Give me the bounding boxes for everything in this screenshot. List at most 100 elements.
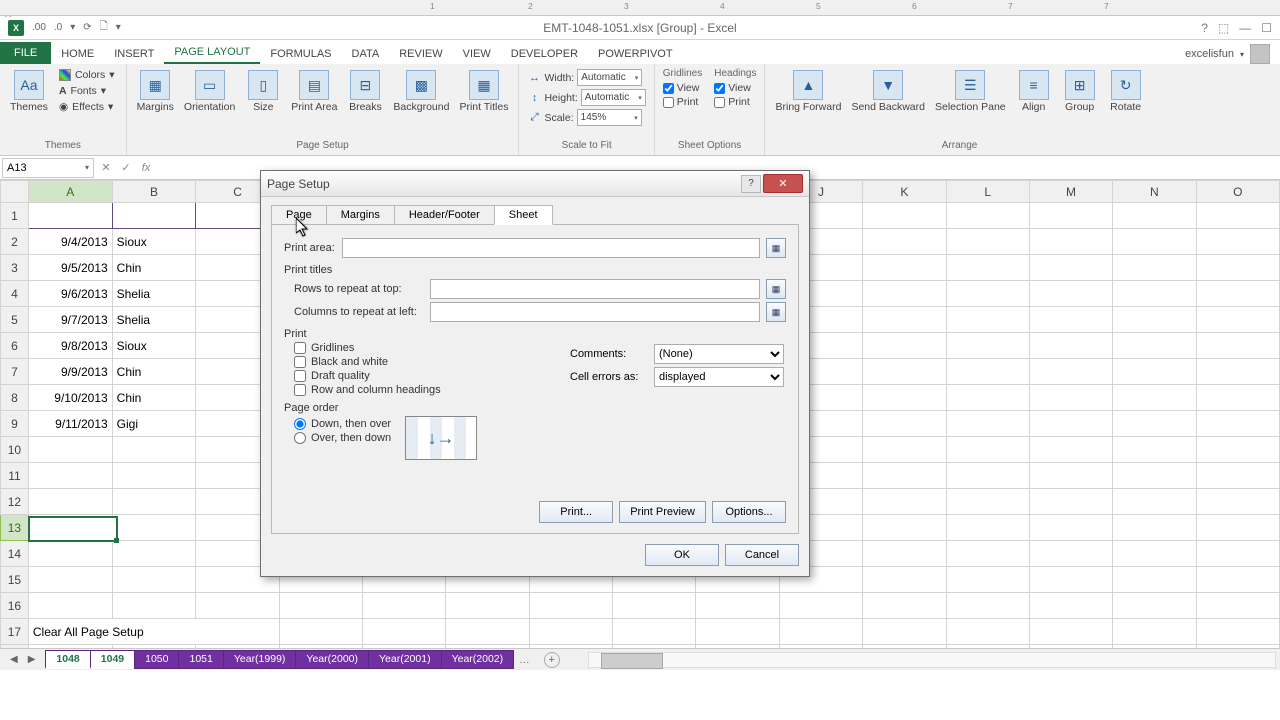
effects-button[interactable]: ◉Effects ▾ bbox=[56, 100, 118, 114]
cell[interactable] bbox=[196, 593, 279, 619]
row-header[interactable]: 9 bbox=[1, 411, 29, 437]
bring-forward-button[interactable]: ▲Bring Forward bbox=[773, 68, 843, 116]
cell[interactable] bbox=[613, 645, 696, 649]
avatar[interactable] bbox=[1250, 44, 1270, 64]
options-button[interactable]: Options... bbox=[712, 501, 786, 523]
cell[interactable] bbox=[613, 593, 696, 619]
cell[interactable] bbox=[1196, 281, 1279, 307]
print-preview-button[interactable]: Print Preview bbox=[619, 501, 706, 523]
cell[interactable] bbox=[779, 619, 862, 645]
cell[interactable] bbox=[1113, 489, 1196, 515]
cell[interactable] bbox=[1196, 333, 1279, 359]
fonts-button[interactable]: AFonts ▾ bbox=[56, 84, 118, 98]
row-header[interactable]: 18 bbox=[1, 645, 29, 649]
row-header[interactable]: 2 bbox=[1, 229, 29, 255]
sheet-nav-next-icon[interactable]: ▶ bbox=[28, 654, 36, 665]
col-header[interactable]: M bbox=[1029, 181, 1112, 203]
cell[interactable] bbox=[1196, 359, 1279, 385]
cell[interactable] bbox=[1029, 567, 1112, 593]
dialog-tab-header-footer[interactable]: Header/Footer bbox=[394, 205, 495, 225]
cell[interactable] bbox=[863, 619, 946, 645]
cell[interactable] bbox=[28, 567, 112, 593]
cell[interactable] bbox=[779, 593, 862, 619]
tab-developer[interactable]: DEVELOPER bbox=[501, 44, 588, 64]
rows-repeat-ref-button[interactable]: ▦ bbox=[766, 279, 786, 299]
cell[interactable] bbox=[863, 489, 946, 515]
headings-print-check[interactable]: Print bbox=[714, 96, 756, 108]
tab-powerpivot[interactable]: POWERPIVOT bbox=[588, 44, 683, 64]
tab-review[interactable]: REVIEW bbox=[389, 44, 452, 64]
cell[interactable] bbox=[28, 515, 112, 541]
maximize-icon[interactable]: ☐ bbox=[1261, 21, 1272, 35]
cell[interactable]: Chin bbox=[112, 255, 196, 281]
row-header[interactable]: 14 bbox=[1, 541, 29, 567]
cell[interactable]: 9/8/2013 bbox=[28, 333, 112, 359]
cell[interactable] bbox=[946, 333, 1029, 359]
cell[interactable] bbox=[1029, 645, 1112, 649]
gridlines-print-check[interactable]: Print bbox=[663, 96, 702, 108]
cell[interactable] bbox=[1113, 203, 1196, 229]
add-sheet-button[interactable]: + bbox=[544, 652, 560, 668]
cell[interactable] bbox=[779, 645, 862, 649]
cell[interactable] bbox=[1196, 645, 1279, 649]
cell[interactable] bbox=[863, 515, 946, 541]
cell[interactable] bbox=[1196, 489, 1279, 515]
cell[interactable] bbox=[863, 307, 946, 333]
cell[interactable] bbox=[1029, 255, 1112, 281]
cell[interactable] bbox=[946, 281, 1029, 307]
cell[interactable] bbox=[946, 307, 1029, 333]
cell[interactable] bbox=[1029, 333, 1112, 359]
cell[interactable]: 9/10/2013 bbox=[28, 385, 112, 411]
cell[interactable] bbox=[1196, 567, 1279, 593]
cell[interactable] bbox=[946, 385, 1029, 411]
dialog-tab-sheet[interactable]: Sheet bbox=[494, 205, 553, 225]
cell[interactable] bbox=[696, 619, 779, 645]
row-header[interactable]: 17 bbox=[1, 619, 29, 645]
dialog-help-button[interactable]: ? bbox=[741, 175, 761, 193]
cell[interactable] bbox=[946, 593, 1029, 619]
cell[interactable] bbox=[946, 515, 1029, 541]
cell[interactable] bbox=[1029, 619, 1112, 645]
fb-enter-icon[interactable]: ✓ bbox=[116, 158, 136, 178]
cell[interactable] bbox=[112, 593, 196, 619]
cell[interactable] bbox=[946, 645, 1029, 649]
scale-input[interactable]: 145% bbox=[577, 109, 642, 126]
sheet-tab[interactable]: 1050 bbox=[134, 650, 179, 669]
cell[interactable] bbox=[946, 255, 1029, 281]
cell[interactable] bbox=[446, 619, 529, 645]
col-header[interactable]: N bbox=[1113, 181, 1196, 203]
cell[interactable] bbox=[529, 593, 612, 619]
dialog-tab-page[interactable]: Page bbox=[271, 205, 327, 225]
cell[interactable] bbox=[1029, 489, 1112, 515]
cell[interactable] bbox=[28, 593, 112, 619]
cell[interactable] bbox=[1113, 359, 1196, 385]
cell[interactable] bbox=[1113, 385, 1196, 411]
cell[interactable] bbox=[946, 567, 1029, 593]
row-header[interactable]: 16 bbox=[1, 593, 29, 619]
qat-icon[interactable]: ⟳ bbox=[83, 22, 91, 33]
cell[interactable]: Name bbox=[112, 203, 196, 229]
cell[interactable] bbox=[1196, 515, 1279, 541]
rotate-button[interactable]: ↻Rotate bbox=[1106, 68, 1146, 116]
cell[interactable] bbox=[946, 359, 1029, 385]
cell[interactable]: Dates bbox=[28, 203, 112, 229]
cell[interactable]: Shelia bbox=[112, 281, 196, 307]
minimize-icon[interactable]: — bbox=[1239, 21, 1251, 35]
row-header[interactable]: 3 bbox=[1, 255, 29, 281]
cell[interactable] bbox=[1113, 593, 1196, 619]
cell[interactable]: Sioux bbox=[112, 333, 196, 359]
rows-repeat-input[interactable] bbox=[430, 279, 760, 299]
col-header[interactable]: K bbox=[863, 181, 946, 203]
row-header[interactable]: 6 bbox=[1, 333, 29, 359]
margins-button[interactable]: ▦Margins bbox=[135, 68, 176, 116]
down-then-over-radio[interactable]: Down, then over bbox=[294, 418, 391, 430]
cell[interactable] bbox=[946, 489, 1029, 515]
ribbon-collapse-icon[interactable]: ⬚ bbox=[1218, 21, 1229, 35]
width-select[interactable]: Automatic bbox=[577, 69, 642, 86]
horizontal-scrollbar[interactable] bbox=[588, 652, 1276, 668]
comments-select[interactable]: (None) bbox=[654, 344, 784, 364]
cell[interactable] bbox=[863, 437, 946, 463]
print-titles-button[interactable]: ▦Print Titles bbox=[457, 68, 510, 116]
cell[interactable] bbox=[1196, 593, 1279, 619]
sheet-tab[interactable]: 1048 bbox=[45, 650, 90, 669]
